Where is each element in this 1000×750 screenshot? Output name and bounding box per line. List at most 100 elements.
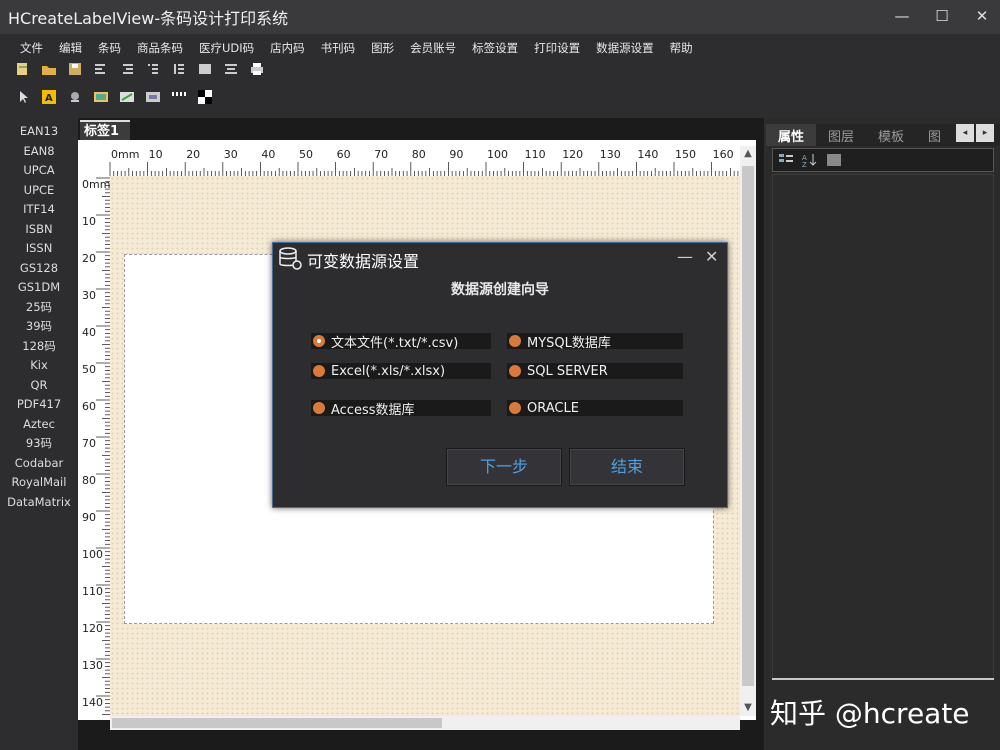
dialog-heading: 数据源创建向导	[451, 282, 549, 298]
barcode-tool-icon[interactable]	[66, 89, 84, 105]
option-sqlserver[interactable]: SQL SERVER	[507, 363, 683, 379]
barcode-type-ean8[interactable]: EAN8	[0, 142, 78, 162]
barcode-type-39[interactable]: 39码	[0, 317, 78, 337]
open-folder-icon[interactable]	[40, 61, 58, 77]
dialog-minimize-button[interactable]: —	[677, 247, 693, 266]
scroll-down-icon[interactable]: ▼	[740, 700, 756, 716]
option-label: 文本文件(*.txt/*.csv)	[331, 335, 459, 351]
menu-datasource-settings[interactable]: 数据源设置	[590, 38, 660, 58]
barcode-type-gs128[interactable]: GS128	[0, 259, 78, 279]
radio-text-file[interactable]	[313, 335, 325, 347]
distribute-icon[interactable]	[222, 61, 240, 77]
panel-next-icon[interactable]: ▸	[976, 124, 994, 142]
align-bottom-icon[interactable]	[170, 61, 188, 77]
finish-button[interactable]: 结束	[569, 448, 685, 486]
radio-sqlserver[interactable]	[509, 365, 521, 377]
line-tool-icon[interactable]	[118, 89, 136, 105]
barcode-type-128[interactable]: 128码	[0, 337, 78, 357]
vertical-scroll-thumb[interactable]	[742, 166, 754, 686]
property-toolbar: AZ	[772, 148, 994, 172]
barcode-type-datamatrix[interactable]: DataMatrix	[0, 493, 78, 513]
barcode-type-93[interactable]: 93码	[0, 434, 78, 454]
option-mysql[interactable]: MYSQL数据库	[507, 333, 683, 351]
ruler-label: 90	[82, 511, 96, 524]
radio-oracle[interactable]	[509, 402, 521, 414]
barcode-type-25[interactable]: 25码	[0, 298, 78, 318]
menu-barcode[interactable]: 条码	[92, 38, 127, 58]
barcode-type-ean13[interactable]: EAN13	[0, 122, 78, 142]
barcode-type-itf14[interactable]: ITF14	[0, 200, 78, 220]
rect-tool-icon[interactable]	[144, 89, 162, 105]
close-button[interactable]: ✕	[972, 6, 992, 26]
menu-label-settings[interactable]: 标签设置	[466, 38, 524, 58]
menu-file[interactable]: 文件	[14, 38, 49, 58]
dialog-close-button[interactable]: ✕	[705, 247, 718, 266]
option-text-file[interactable]: 文本文件(*.txt/*.csv)	[311, 333, 491, 351]
menu-graphics[interactable]: 图形	[365, 38, 400, 58]
ruler-label: 130	[82, 659, 103, 672]
save-icon[interactable]	[66, 61, 84, 77]
new-file-icon[interactable]	[14, 61, 32, 77]
barcode-lines-icon[interactable]	[170, 89, 188, 105]
barcode-type-isbn[interactable]: ISBN	[0, 220, 78, 240]
menu-medical-udi[interactable]: 医疗UDI码	[193, 38, 260, 58]
align-left-icon[interactable]	[92, 61, 110, 77]
image-tool-icon[interactable]	[92, 89, 110, 105]
barcode-type-qr[interactable]: QR	[0, 376, 78, 396]
tab-label1[interactable]: 标签1	[80, 120, 130, 140]
barcode-type-pdf417[interactable]: PDF417	[0, 395, 78, 415]
text-tool-icon[interactable]: A	[40, 89, 58, 105]
menu-member-account[interactable]: 会员账号	[404, 38, 462, 58]
barcode-type-upca[interactable]: UPCA	[0, 161, 78, 181]
ruler-label: 10	[82, 215, 96, 228]
database-icon	[279, 247, 302, 270]
same-size-icon[interactable]	[196, 61, 214, 77]
radio-mysql[interactable]	[509, 335, 521, 347]
dialog-title: 可变数据源设置	[307, 252, 420, 271]
option-excel[interactable]: Excel(*.xls/*.xlsx)	[311, 363, 491, 379]
minimize-button[interactable]: —	[892, 6, 912, 26]
menu-product-barcode[interactable]: 商品条码	[131, 38, 189, 58]
ruler-label: 120	[82, 622, 103, 635]
align-right-icon[interactable]	[118, 61, 136, 77]
horizontal-scroll-thumb[interactable]	[112, 718, 442, 728]
barcode-type-list: EAN13 EAN8 UPCA UPCE ITF14 ISBN ISSN GS1…	[0, 122, 78, 512]
scroll-up-icon[interactable]: ▲	[740, 146, 756, 162]
align-top-icon[interactable]	[144, 61, 162, 77]
barcode-type-kix[interactable]: Kix	[0, 356, 78, 376]
tab-graphics[interactable]: 图	[916, 124, 953, 146]
maximize-button[interactable]: ☐	[932, 6, 952, 26]
tab-templates[interactable]: 模板	[866, 124, 916, 146]
vertical-scrollbar[interactable]: ▲ ▼	[740, 146, 756, 716]
option-oracle[interactable]: ORACLE	[507, 400, 683, 416]
panel-prev-icon[interactable]: ◂	[956, 124, 974, 142]
menu-help[interactable]: 帮助	[664, 38, 699, 58]
barcode-type-royalmail[interactable]: RoyalMail	[0, 473, 78, 493]
ruler-label: 20	[82, 252, 96, 265]
property-pages-icon[interactable]	[825, 152, 843, 168]
categorized-icon[interactable]	[777, 152, 795, 168]
menu-book-code[interactable]: 书刊码	[315, 38, 362, 58]
barcode-type-codabar[interactable]: Codabar	[0, 454, 78, 474]
barcode-type-upce[interactable]: UPCE	[0, 181, 78, 201]
tab-properties[interactable]: 属性	[766, 124, 817, 146]
barcode-type-gs1dm[interactable]: GS1DM	[0, 278, 78, 298]
menu-store-code[interactable]: 店内码	[264, 38, 311, 58]
qrcode-tool-icon[interactable]	[196, 89, 214, 105]
sort-alpha-icon[interactable]: AZ	[801, 152, 819, 169]
radio-access[interactable]	[313, 402, 325, 414]
menu-print-settings[interactable]: 打印设置	[528, 38, 586, 58]
pointer-icon[interactable]	[14, 89, 32, 105]
horizontal-scrollbar[interactable]	[110, 716, 740, 730]
barcode-type-aztec[interactable]: Aztec	[0, 415, 78, 435]
print-icon[interactable]	[248, 61, 266, 77]
tab-layers[interactable]: 图层	[816, 124, 866, 146]
radio-excel[interactable]	[313, 365, 325, 377]
option-access[interactable]: Access数据库	[311, 400, 491, 418]
svg-text:Z: Z	[802, 161, 807, 168]
next-step-button[interactable]: 下一步	[446, 448, 562, 486]
barcode-type-issn[interactable]: ISSN	[0, 239, 78, 259]
properties-panel: 属性 图层 模板 图 ◂ ▸ AZ	[766, 118, 1000, 750]
menu-edit[interactable]: 编辑	[53, 38, 88, 58]
ruler-label: 110	[82, 585, 103, 598]
